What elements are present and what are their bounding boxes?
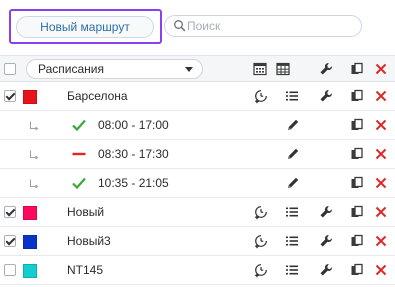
table-header: Расписания [0,55,395,82]
new-route-button[interactable]: Новый маршрут [16,16,154,38]
pencil-icon[interactable] [285,117,301,133]
schedule-row[interactable]: 10:35 - 21:05 [0,169,395,198]
list-icon[interactable] [284,233,300,249]
delete-icon[interactable] [373,262,389,278]
route-name: NT145 [67,263,104,277]
view-select[interactable]: Расписания [26,59,203,79]
sub-item-arrow-icon [29,178,39,189]
route-checkbox[interactable] [4,206,16,218]
copy-icon[interactable] [349,117,365,133]
search-input[interactable] [187,18,357,34]
route-color-swatch[interactable] [23,264,37,278]
delete-icon[interactable] [373,175,389,191]
new-route-highlight: Новый маршрут [9,9,162,44]
copy-icon[interactable] [349,61,365,77]
schedule-row[interactable]: 08:00 - 17:00 [0,111,395,140]
clock-plus-icon[interactable] [253,88,269,104]
select-all-checkbox[interactable] [4,63,16,75]
copy-icon[interactable] [349,204,365,220]
list-icon[interactable] [284,88,300,104]
pencil-icon[interactable] [285,175,301,191]
wrench-icon[interactable] [318,88,334,104]
route-color-swatch[interactable] [23,90,37,104]
view-select-value: Расписания [38,62,104,76]
inactive-dash-icon [71,147,87,161]
search-icon [173,19,187,33]
route-row[interactable]: NT145 [0,256,395,285]
schedule-time: 08:00 - 17:00 [98,118,169,132]
routes-table: Расписания Барселона 08:00 - 17:00 08:30… [0,55,395,285]
copy-icon[interactable] [349,146,365,162]
route-checkbox[interactable] [4,90,16,102]
sub-item-arrow-icon [29,149,39,160]
copy-icon[interactable] [349,88,365,104]
chevron-down-icon [185,67,193,72]
clock-plus-icon[interactable] [253,262,269,278]
active-check-icon [71,176,87,190]
schedule-row[interactable]: 08:30 - 17:30 [0,140,395,169]
pencil-icon[interactable] [285,146,301,162]
route-row[interactable]: Новый3 [0,227,395,256]
delete-icon[interactable] [373,61,389,77]
route-checkbox[interactable] [4,264,16,276]
list-icon[interactable] [284,262,300,278]
clock-plus-icon[interactable] [253,233,269,249]
copy-icon[interactable] [349,262,365,278]
sub-item-arrow-icon [29,120,39,131]
route-row[interactable]: Барселона [0,82,395,111]
route-checkbox[interactable] [4,235,16,247]
schedule-time: 08:30 - 17:30 [98,147,169,161]
delete-icon[interactable] [373,233,389,249]
wrench-icon[interactable] [318,61,334,77]
delete-icon[interactable] [373,117,389,133]
clock-plus-icon[interactable] [253,204,269,220]
delete-icon[interactable] [373,88,389,104]
route-name: Новый [67,205,105,219]
active-check-icon [71,118,87,132]
wrench-icon[interactable] [318,233,334,249]
wrench-icon[interactable] [318,204,334,220]
route-name: Новый3 [67,234,111,248]
schedule-time: 10:35 - 21:05 [98,176,169,190]
route-color-swatch[interactable] [23,206,37,220]
copy-icon[interactable] [349,233,365,249]
route-name: Барселона [67,89,128,103]
route-color-swatch[interactable] [23,235,37,249]
table-icon[interactable] [275,61,291,77]
calendar-icon[interactable] [252,61,268,77]
copy-icon[interactable] [349,175,365,191]
wrench-icon[interactable] [318,262,334,278]
delete-icon[interactable] [373,146,389,162]
search-box[interactable] [164,15,362,37]
route-row[interactable]: Новый [0,198,395,227]
list-icon[interactable] [284,204,300,220]
delete-icon[interactable] [373,204,389,220]
top-toolbar: Новый маршрут [0,0,395,50]
